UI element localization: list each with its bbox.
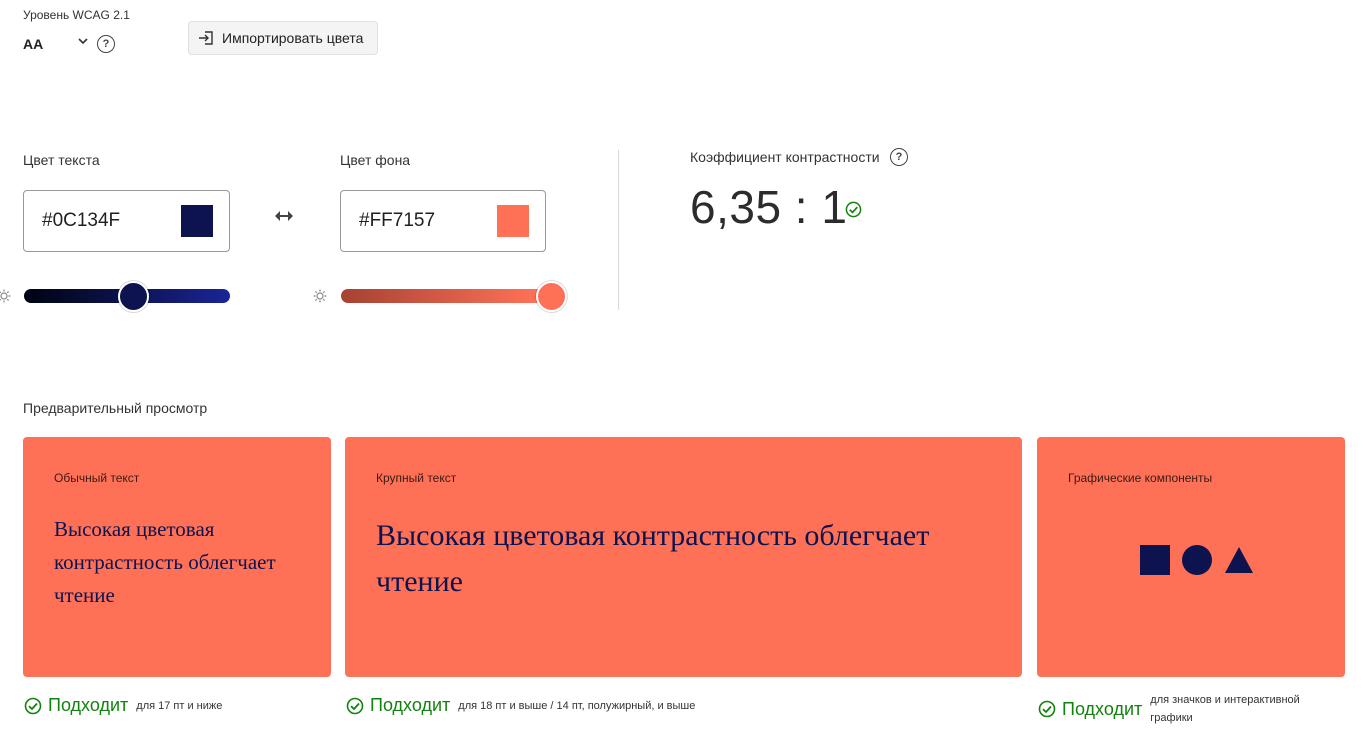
text-color-label: Цвет текста: [23, 152, 100, 168]
normal-text-sample: Высокая цветовая контрастность облегчает…: [54, 517, 276, 607]
divider: [618, 150, 619, 310]
wcag-level-value: AA: [23, 36, 44, 52]
background-brightness-slider-handle[interactable]: [536, 281, 567, 312]
import-colors-button[interactable]: Импортировать цвета: [188, 21, 378, 55]
background-color-swatch[interactable]: [497, 205, 529, 237]
large-text-sample: Высокая цветовая контрастность облегчает…: [376, 519, 930, 598]
pass-note: для значков и интерактивной графики: [1150, 694, 1300, 724]
import-icon: [199, 31, 213, 45]
pass-note: для 18 пт и выше / 14 пт, полужирный, и …: [458, 699, 696, 712]
background-color-field[interactable]: #FF7157: [340, 190, 546, 252]
wcag-help-icon[interactable]: ?: [97, 35, 115, 53]
text-brightness-slider-handle[interactable]: [118, 281, 149, 312]
background-color-label: Цвет фона: [340, 152, 411, 168]
wcag-level-label: Уровень WCAG 2.1: [23, 8, 130, 22]
chevron-down-icon: [78, 38, 88, 45]
graphic-components-result: Подходит для значков и интерактивной гра…: [1038, 691, 1320, 727]
pass-status: Подходит: [370, 695, 451, 715]
background-color-hex[interactable]: #FF7157: [359, 210, 435, 232]
check-circle-icon: [845, 201, 862, 218]
normal-text-preview-card: Обычный текст Высокая цветовая контрастн…: [23, 437, 331, 677]
import-colors-label: Импортировать цвета: [222, 30, 364, 46]
text-color-field[interactable]: #0C134F: [23, 190, 230, 252]
pass-status: Подходит: [1062, 698, 1143, 719]
text-color-swatch[interactable]: [181, 205, 213, 237]
triangle-shape-icon: [1225, 547, 1253, 573]
contrast-help-icon[interactable]: ?: [890, 148, 908, 166]
pass-status: Подходит: [48, 695, 129, 715]
contrast-ratio-label: Коэффициент контрастности: [690, 149, 880, 165]
wcag-level-select[interactable]: AA: [23, 32, 93, 56]
sample-shapes: [1140, 545, 1254, 575]
check-circle-icon: [24, 697, 42, 714]
check-circle-icon: [1038, 700, 1056, 718]
circle-shape-icon: [1182, 545, 1212, 575]
card-title: Графические компоненты: [1068, 471, 1213, 485]
card-title: Обычный текст: [54, 471, 140, 485]
brightness-icon: [0, 289, 11, 303]
check-circle-icon: [346, 697, 364, 714]
large-text-preview-card: Крупный текст Высокая цветовая контрастн…: [345, 437, 1022, 677]
pass-note: для 17 пт и ниже: [136, 699, 223, 712]
preview-label: Предварительный просмотр: [23, 400, 208, 416]
card-title: Крупный текст: [376, 471, 457, 485]
graphic-components-preview-card: Графические компоненты: [1037, 437, 1345, 677]
brightness-icon: [313, 289, 327, 303]
text-color-hex[interactable]: #0C134F: [42, 210, 120, 232]
large-text-result: Подходит для 18 пт и выше / 14 пт, полуж…: [346, 695, 695, 716]
normal-text-result: Подходит для 17 пт и ниже: [24, 695, 222, 716]
swap-colors-icon[interactable]: [273, 206, 295, 226]
background-brightness-slider[interactable]: [341, 289, 547, 303]
square-shape-icon: [1140, 545, 1170, 575]
contrast-ratio-value: 6,35 : 1: [690, 181, 848, 233]
